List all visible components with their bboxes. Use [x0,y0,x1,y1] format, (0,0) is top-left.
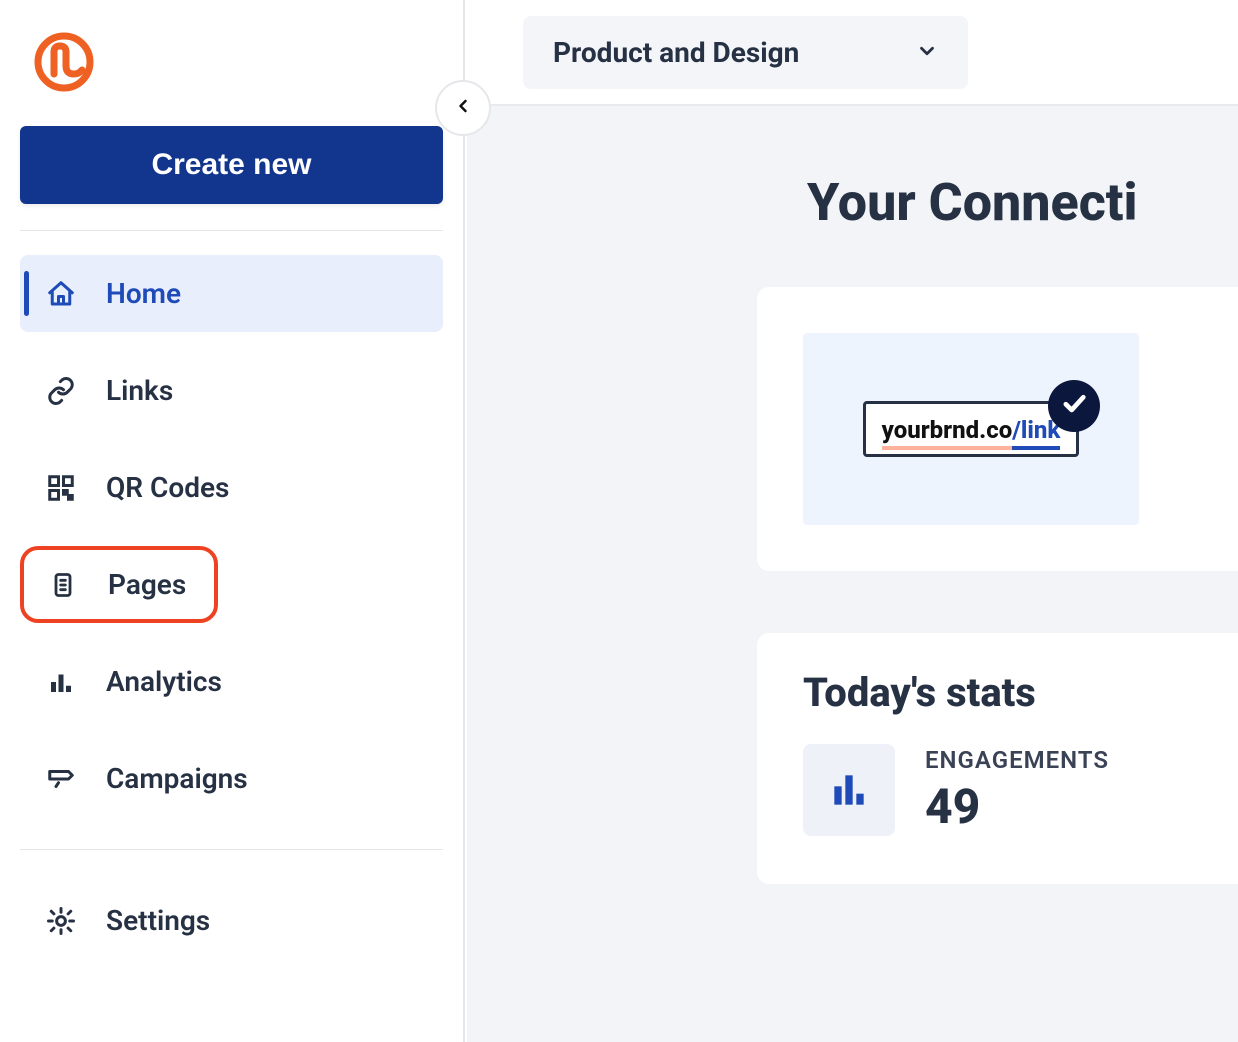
sidebar-item-links[interactable]: Links [20,352,443,429]
main-area: Product and Design Your Connecti yourbrn… [467,0,1238,1042]
sidebar-item-label: Settings [106,904,210,937]
home-icon [44,279,78,309]
sidebar-item-settings[interactable]: Settings [20,882,443,959]
sidebar-item-label: Home [106,277,181,310]
brand-link-preview: yourbrnd.co/link [803,333,1139,525]
bar-chart-icon [803,744,895,836]
sidebar-item-campaigns[interactable]: Campaigns [20,740,443,817]
sidebar-item-pages[interactable]: Pages [20,546,218,623]
create-new-button[interactable]: Create new [20,126,443,204]
divider [20,849,443,850]
topbar: Product and Design [467,0,1238,106]
chevron-left-icon [453,96,473,120]
sidebar-item-label: Analytics [106,665,222,698]
sidebar-item-analytics[interactable]: Analytics [20,643,443,720]
sidebar: Create new Home Links QR Codes Pages [0,0,465,1042]
divider [20,230,443,231]
gear-icon [44,906,78,936]
qr-code-icon [44,473,78,503]
link-icon [44,376,78,406]
sidebar-item-label: Links [106,374,173,407]
sidebar-item-home[interactable]: Home [20,255,443,332]
stat-value: 49 [925,778,1109,835]
page-icon [46,570,80,600]
brand-link-host: yourbrnd.co [882,416,1013,450]
analytics-icon [44,667,78,697]
stat-engagements: ENGAGEMENTS 49 [803,744,1238,836]
workspace-dropdown[interactable]: Product and Design [523,16,968,89]
stat-label: ENGAGEMENTS [925,746,1109,774]
sidebar-item-qr-codes[interactable]: QR Codes [20,449,443,526]
content: Your Connecti yourbrnd.co/link Today's s… [467,106,1238,884]
brand-link-box: yourbrnd.co/link [863,401,1080,457]
sidebar-item-label: Pages [108,568,186,601]
stats-card: Today's stats ENGAGEMENTS 49 [757,633,1238,884]
chevron-down-icon [916,36,938,69]
connections-card: yourbrnd.co/link [757,287,1238,571]
workspace-name: Product and Design [553,36,799,69]
sidebar-nav: Home Links QR Codes Pages Analytics [20,255,443,959]
page-title: Your Connecti [467,172,1238,233]
campaigns-icon [44,764,78,794]
check-icon [1060,389,1088,423]
sidebar-item-label: QR Codes [106,471,229,504]
bitly-logo [32,30,443,94]
stats-title: Today's stats [803,669,1238,716]
collapse-sidebar-button[interactable] [435,80,491,136]
sidebar-item-label: Campaigns [106,762,248,795]
check-badge [1048,380,1100,432]
